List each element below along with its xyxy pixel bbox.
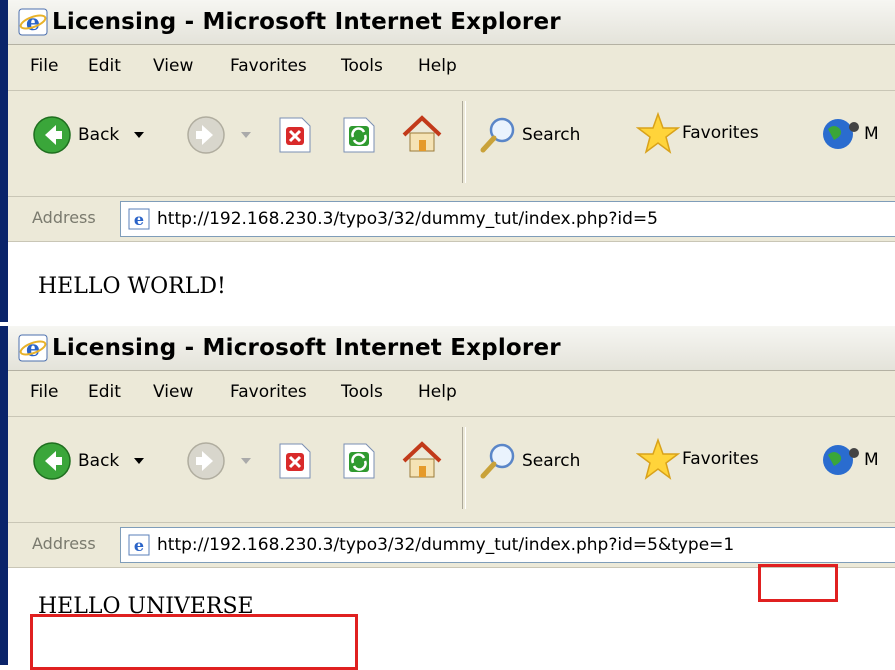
forward-arrow-icon xyxy=(187,116,225,154)
favorites-label: Favorites xyxy=(682,449,759,469)
back-label: Back xyxy=(78,451,120,471)
menu-view[interactable]: View xyxy=(153,382,193,402)
ie-logo-icon: e xyxy=(18,8,48,36)
refresh-icon xyxy=(343,443,375,479)
url-param-highlight xyxy=(758,564,838,602)
back-arrow-icon xyxy=(33,116,71,154)
menu-view[interactable]: View xyxy=(153,56,193,76)
dropdown-arrow-icon[interactable] xyxy=(240,456,252,466)
page-icon: e xyxy=(128,534,150,556)
toolbar-separator xyxy=(462,427,466,509)
dropdown-arrow-icon[interactable] xyxy=(133,456,145,466)
back-label: Back xyxy=(78,125,120,145)
page-content: HELLO WORLD! xyxy=(8,242,895,322)
media-label: M xyxy=(864,124,879,144)
stop-button[interactable] xyxy=(276,441,314,481)
home-icon xyxy=(402,115,442,152)
menu-favorites[interactable]: Favorites xyxy=(230,56,307,76)
content-highlight xyxy=(30,614,358,670)
address-url: http://192.168.230.3/typo3/32/dummy_tut/… xyxy=(157,209,658,229)
refresh-button[interactable] xyxy=(340,441,378,481)
back-button[interactable]: Back xyxy=(32,115,145,155)
toolbar: Back Search Favorites M xyxy=(8,417,895,523)
favorites-button[interactable]: Favorites xyxy=(636,111,759,155)
svg-text:e: e xyxy=(134,536,144,555)
stop-icon xyxy=(279,443,311,479)
title-bar[interactable]: e Licensing - Microsoft Internet Explore… xyxy=(8,326,895,371)
media-label: M xyxy=(864,450,879,470)
menu-help[interactable]: Help xyxy=(418,382,457,402)
stop-button[interactable] xyxy=(276,115,314,155)
media-button[interactable]: M xyxy=(820,113,879,155)
menu-edit[interactable]: Edit xyxy=(88,382,121,402)
home-icon xyxy=(402,441,442,478)
window-title: Licensing - Microsoft Internet Explorer xyxy=(52,335,561,361)
menu-favorites[interactable]: Favorites xyxy=(230,382,307,402)
search-label: Search xyxy=(522,125,581,145)
address-label: Address xyxy=(32,534,96,553)
page-icon: e xyxy=(128,208,150,230)
forward-arrow-icon xyxy=(187,442,225,480)
address-url: http://192.168.230.3/typo3/32/dummy_tut/… xyxy=(157,535,735,555)
address-label: Address xyxy=(32,208,96,227)
forward-button[interactable] xyxy=(186,115,252,155)
home-button[interactable] xyxy=(400,113,444,155)
refresh-icon xyxy=(343,117,375,153)
menu-file[interactable]: File xyxy=(30,56,58,76)
refresh-button[interactable] xyxy=(340,115,378,155)
media-globe-icon xyxy=(823,119,859,149)
address-bar: Address e http://192.168.230.3/typo3/32/… xyxy=(8,197,895,242)
page-text: HELLO WORLD! xyxy=(38,274,226,299)
window-edge xyxy=(0,326,8,665)
menu-help[interactable]: Help xyxy=(418,56,457,76)
dropdown-arrow-icon[interactable] xyxy=(133,130,145,140)
stop-icon xyxy=(279,117,311,153)
back-button[interactable]: Back xyxy=(32,441,145,481)
svg-text:e: e xyxy=(134,210,144,229)
forward-button[interactable] xyxy=(186,441,252,481)
address-bar: Address e http://192.168.230.3/typo3/32/… xyxy=(8,523,895,568)
menu-tools[interactable]: Tools xyxy=(341,382,383,402)
media-globe-icon xyxy=(823,445,859,475)
svg-text:e: e xyxy=(26,336,40,362)
media-button[interactable]: M xyxy=(820,439,879,481)
favorites-star-icon xyxy=(636,437,680,480)
window-edge xyxy=(0,0,8,322)
search-label: Search xyxy=(522,451,581,471)
search-button[interactable]: Search xyxy=(478,441,580,481)
menu-tools[interactable]: Tools xyxy=(341,56,383,76)
toolbar-separator xyxy=(462,101,466,183)
search-magnifier-icon xyxy=(480,443,515,479)
menu-edit[interactable]: Edit xyxy=(88,56,121,76)
dropdown-arrow-icon[interactable] xyxy=(240,130,252,140)
browser-window-1: e Licensing - Microsoft Internet Explore… xyxy=(0,0,895,322)
back-arrow-icon xyxy=(33,442,71,480)
title-bar[interactable]: e Licensing - Microsoft Internet Explore… xyxy=(8,0,895,45)
home-button[interactable] xyxy=(400,439,444,481)
search-button[interactable]: Search xyxy=(478,115,580,155)
menu-bar: File Edit View Favorites Tools Help xyxy=(8,371,895,417)
favorites-label: Favorites xyxy=(682,123,759,143)
address-input[interactable]: e http://192.168.230.3/typo3/32/dummy_tu… xyxy=(120,201,895,237)
toolbar: Back Search Favorites M xyxy=(8,91,895,197)
address-input[interactable]: e http://192.168.230.3/typo3/32/dummy_tu… xyxy=(120,527,895,563)
search-magnifier-icon xyxy=(480,117,515,153)
svg-text:e: e xyxy=(26,10,40,36)
favorites-button[interactable]: Favorites xyxy=(636,437,759,481)
favorites-star-icon xyxy=(636,111,680,154)
menu-file[interactable]: File xyxy=(30,382,58,402)
ie-logo-icon: e xyxy=(18,334,48,362)
menu-bar: File Edit View Favorites Tools Help xyxy=(8,45,895,91)
window-title: Licensing - Microsoft Internet Explorer xyxy=(52,9,561,35)
